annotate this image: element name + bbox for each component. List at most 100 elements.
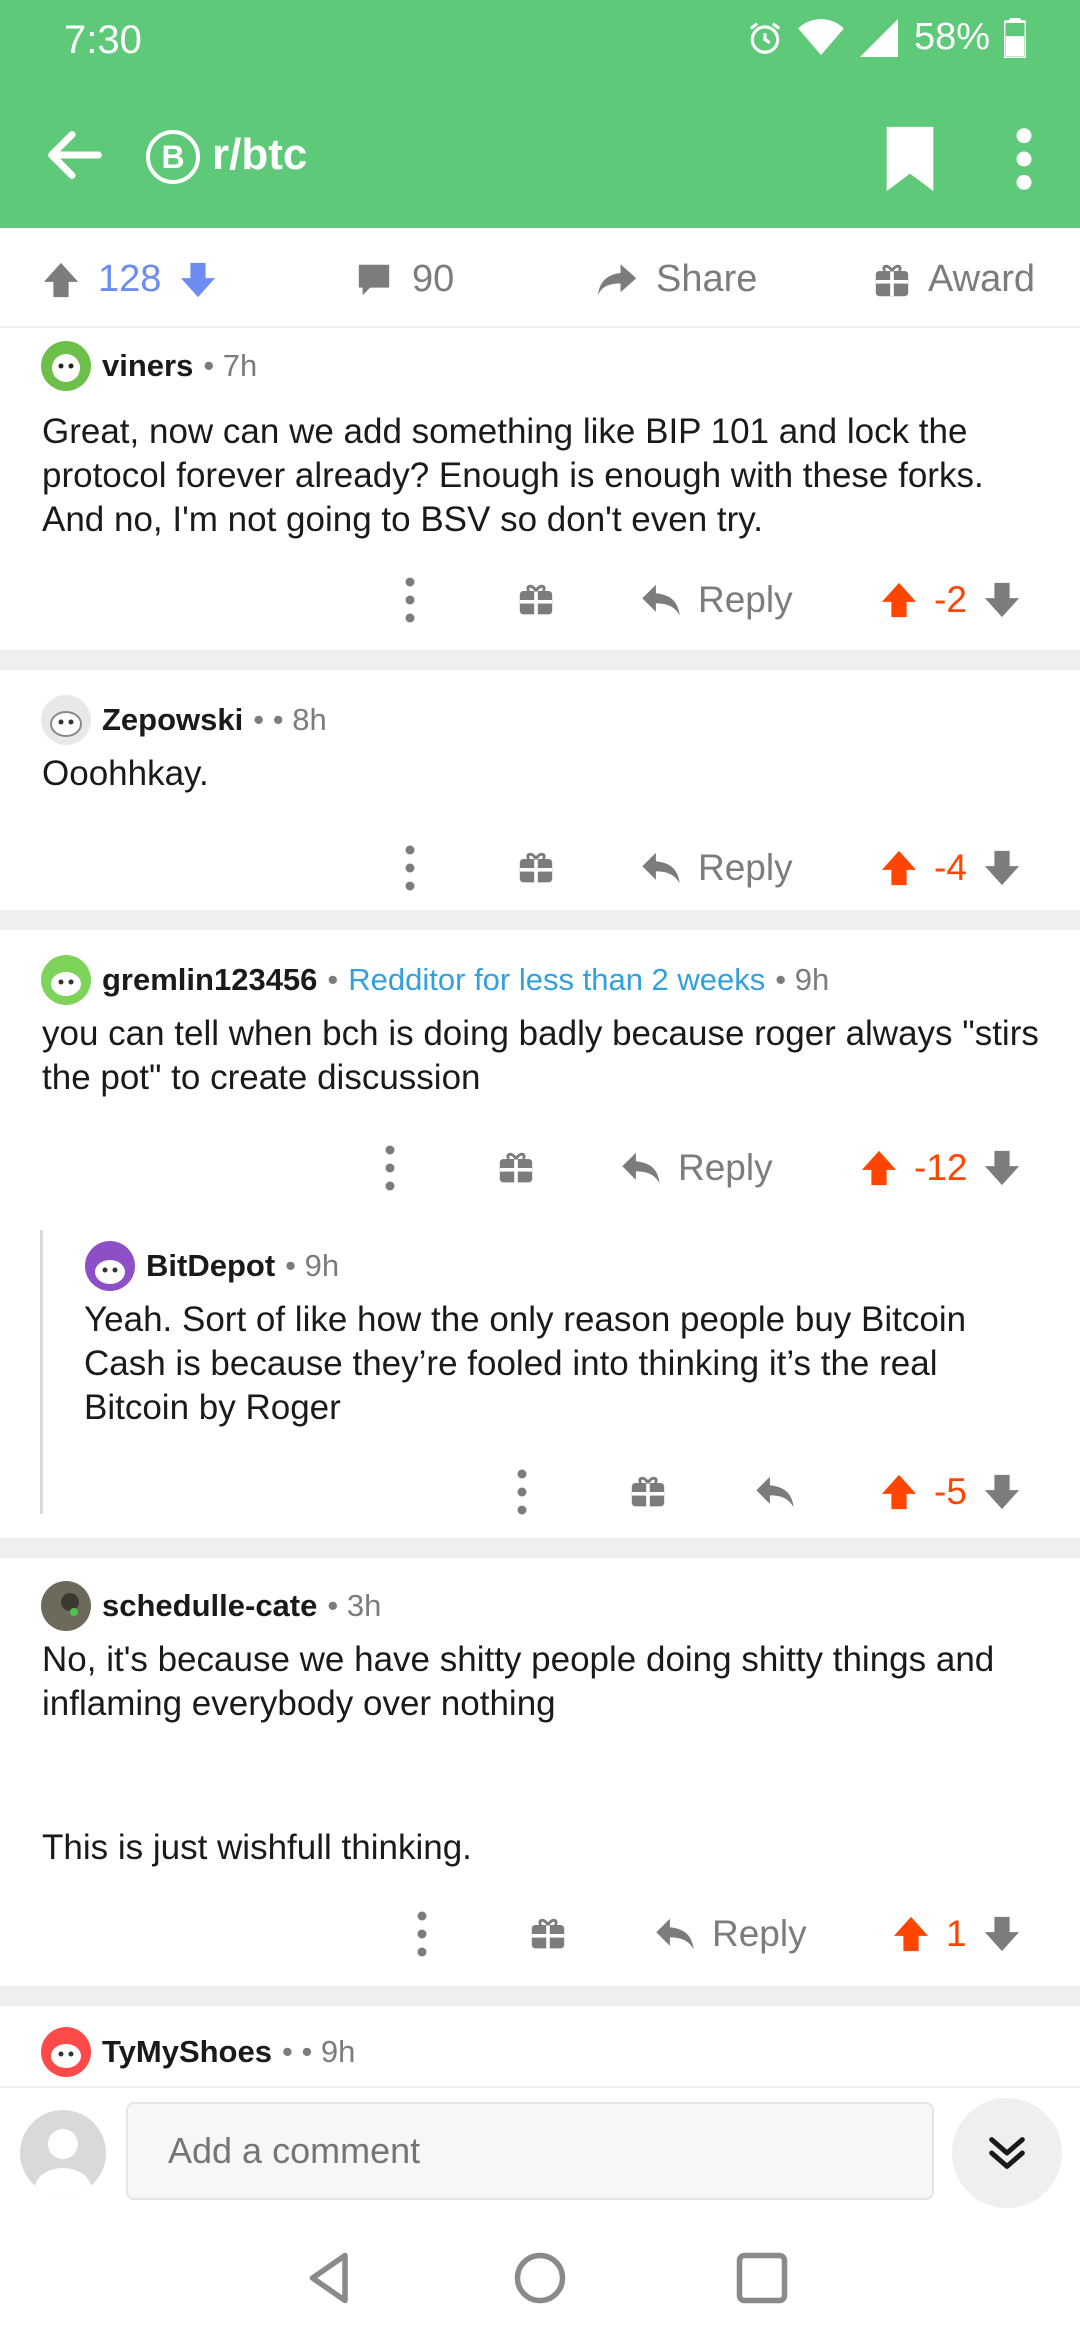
comment-score: 1 xyxy=(946,1913,967,1954)
share-button[interactable]: Share xyxy=(596,258,757,301)
comment-meta: • 9h xyxy=(775,962,830,997)
comment-header: schedulle-cate • 3h xyxy=(40,1580,381,1632)
comment-schedulle-cate: schedulle-cate • 3h No, it's because we … xyxy=(0,1558,1080,1978)
vote-group: -12 xyxy=(860,1138,1021,1198)
gift-icon[interactable] xyxy=(498,1138,534,1198)
nav-home-icon[interactable] xyxy=(510,2248,570,2308)
signal-icon xyxy=(859,18,898,57)
more-vertical-icon[interactable] xyxy=(512,1462,532,1522)
downvote-icon[interactable] xyxy=(983,849,1021,887)
comment-actions: Reply -2 xyxy=(0,570,1080,630)
more-vertical-icon[interactable] xyxy=(400,838,420,898)
comment-header: gremlin123456 • Redditor for less than 2… xyxy=(40,954,829,1006)
status-icons: 58% xyxy=(746,16,1026,59)
downvote-icon[interactable] xyxy=(983,1149,1021,1187)
avatar[interactable] xyxy=(40,1580,92,1632)
more-vertical-icon[interactable] xyxy=(412,1904,432,1964)
nav-recents-icon[interactable] xyxy=(732,2248,792,2308)
username[interactable]: TyMyShoes xyxy=(102,2034,272,2070)
downvote-icon[interactable] xyxy=(983,581,1021,619)
comments-button[interactable]: 90 xyxy=(354,258,454,301)
award-button[interactable]: Award xyxy=(874,258,1035,301)
reply-button[interactable]: Reply xyxy=(640,570,793,630)
comment-score: -5 xyxy=(934,1471,967,1512)
next-comment-button[interactable] xyxy=(952,2098,1062,2208)
upvote-icon[interactable] xyxy=(42,261,80,299)
bookmark-icon[interactable] xyxy=(880,124,940,194)
share-label: Share xyxy=(656,258,758,300)
bitcoin-icon: B xyxy=(146,130,200,184)
comment-header: viners • 7h xyxy=(40,340,257,392)
upvote-icon[interactable] xyxy=(880,849,918,887)
comment-actions: Reply -4 xyxy=(0,838,1080,898)
comment-meta: • 9h xyxy=(285,1248,340,1283)
avatar[interactable] xyxy=(40,954,92,1006)
comment-divider xyxy=(0,910,1080,930)
reply-button[interactable]: Reply xyxy=(654,1904,807,1964)
more-vertical-icon[interactable] xyxy=(1004,124,1044,194)
nav-back-icon[interactable] xyxy=(300,2248,360,2308)
comment-body: Great, now can we add something like BIP… xyxy=(42,412,984,539)
comment-actions: -5 xyxy=(0,1462,1080,1522)
comment-divider xyxy=(0,1986,1080,2006)
username[interactable]: schedulle-cate xyxy=(102,1588,317,1624)
comment-body-paragraph: This is just wishfull thinking. xyxy=(42,1828,472,1867)
gift-icon[interactable] xyxy=(530,1904,566,1964)
upvote-icon[interactable] xyxy=(880,1473,918,1511)
reply-label: Reply xyxy=(712,1913,807,1954)
more-vertical-icon[interactable] xyxy=(380,1138,400,1198)
gift-icon[interactable] xyxy=(630,1462,666,1522)
comment-input[interactable] xyxy=(126,2102,934,2200)
share-icon xyxy=(597,263,637,296)
status-bar: 7:30 58% xyxy=(0,0,1080,80)
username[interactable]: gremlin123456 xyxy=(102,962,317,998)
more-vertical-icon[interactable] xyxy=(400,570,420,630)
comment-divider xyxy=(0,650,1080,670)
comment-meta: • 7h xyxy=(203,348,258,383)
comment-score: -4 xyxy=(934,847,967,888)
battery-icon xyxy=(1004,17,1026,58)
back-arrow-icon[interactable] xyxy=(40,120,110,190)
toolbar: B r/btc xyxy=(0,100,1080,210)
alarm-icon xyxy=(749,21,781,54)
username[interactable]: BitDepot xyxy=(146,1248,275,1284)
upvote-icon[interactable] xyxy=(892,1915,930,1953)
reply-label: Reply xyxy=(698,847,793,888)
comment-tymyshoes: TyMyShoes • • 9h xyxy=(0,2006,1080,2086)
username[interactable]: viners xyxy=(102,348,193,384)
gift-icon[interactable] xyxy=(518,570,554,630)
double-chevron-down-icon xyxy=(989,2137,1025,2169)
reply-icon xyxy=(642,852,680,884)
reply-button[interactable]: Reply xyxy=(620,1138,773,1198)
reply-label: Reply xyxy=(698,579,793,620)
user-avatar[interactable] xyxy=(20,2110,106,2196)
reply-label: Reply xyxy=(678,1147,773,1188)
comment-zepowski: Zepowski • • 8h Ooohhkay. Reply -4 xyxy=(0,670,1080,910)
username[interactable]: Zepowski xyxy=(102,702,243,738)
avatar[interactable] xyxy=(40,694,92,746)
reply-icon xyxy=(642,584,680,616)
avatar[interactable] xyxy=(40,340,92,392)
subreddit-name[interactable]: r/btc xyxy=(212,130,307,180)
gift-icon[interactable] xyxy=(518,838,554,898)
comment-score: -12 xyxy=(914,1147,968,1188)
downvote-icon[interactable] xyxy=(983,1473,1021,1511)
upvote-icon[interactable] xyxy=(880,581,918,619)
reply-icon xyxy=(756,1476,794,1508)
downvote-icon[interactable] xyxy=(179,261,217,299)
reply-button[interactable] xyxy=(754,1462,796,1522)
vote-group: 1 xyxy=(892,1904,1021,1964)
comment-header: BitDepot • 9h xyxy=(84,1240,339,1292)
avatar[interactable] xyxy=(40,2026,92,2078)
avatar[interactable] xyxy=(84,1240,136,1292)
comment-count: 90 xyxy=(412,258,455,300)
upvote-icon[interactable] xyxy=(860,1149,898,1187)
app-header: 7:30 58% B r/btc xyxy=(0,0,1080,228)
comment-score: -2 xyxy=(934,579,967,620)
comment-header: TyMyShoes • • 9h xyxy=(40,2026,355,2078)
comment-icon xyxy=(358,264,390,295)
vote-group: -4 xyxy=(880,838,1021,898)
downvote-icon[interactable] xyxy=(983,1915,1021,1953)
reply-button[interactable]: Reply xyxy=(640,838,793,898)
comment-header: Zepowski • • 8h xyxy=(40,694,327,746)
